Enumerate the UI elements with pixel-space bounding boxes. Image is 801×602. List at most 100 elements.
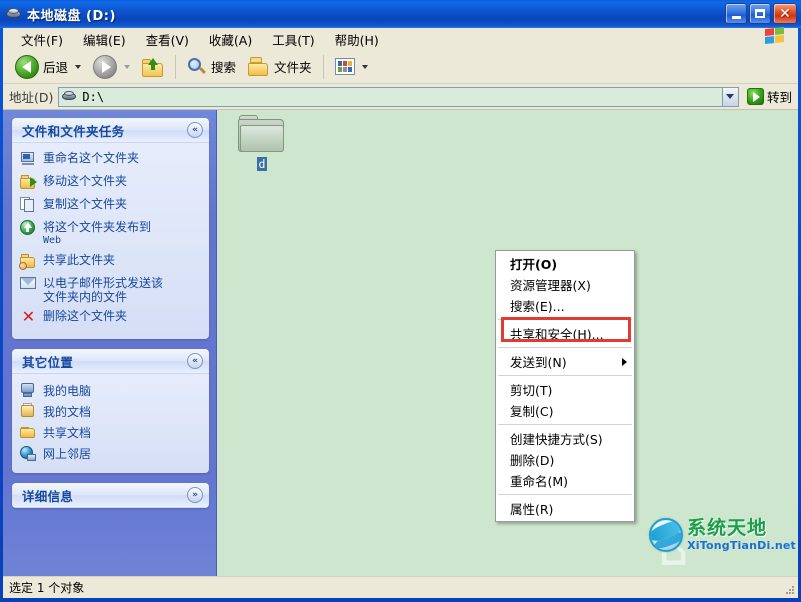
task-move-folder-label: 移动这个文件夹 [43,174,128,188]
share-folder-icon [19,252,37,270]
task-publish-web[interactable]: 将这个文件夹发布到 Web [20,219,205,248]
views-icon [334,58,355,75]
publish-web-icon [20,219,37,236]
toolbar: 后退 搜索 文件夹 [3,50,798,84]
go-arrow-icon [746,88,764,105]
collapse-chevron-up-icon[interactable]: « [187,122,203,138]
close-button[interactable]: ✕ [773,3,797,24]
status-text: 选定 1 个对象 [9,581,85,595]
maximize-icon [755,9,765,18]
ctx-properties[interactable]: 属性(R) [496,498,634,519]
address-dropdown-button[interactable] [721,86,739,107]
explorer-body: 文件和文件夹任务 « 重命名这个文件夹 移动这个文件夹 复制这个文件夹 将这个文… [3,110,798,576]
task-move-folder[interactable]: 移动这个文件夹 [20,173,205,192]
watermark: 系统天地 XiTongTianDi.net [649,518,796,552]
up-button[interactable] [136,52,170,82]
go-button[interactable]: 转到 [746,87,792,106]
panel-other-places-header[interactable]: 其它位置 « [12,349,209,374]
chevron-down-icon [726,94,735,99]
back-label: 后退 [43,60,69,75]
ctx-sharing-and-security[interactable]: 共享和安全(H)... [496,323,634,344]
ctx-rename[interactable]: 重命名(M) [496,470,634,491]
minimize-button[interactable] [725,3,747,24]
task-rename-folder-label: 重命名这个文件夹 [43,151,140,165]
place-network-places[interactable]: 网上邻居 [20,444,205,462]
forward-button[interactable] [87,52,136,82]
panel-other-places-body: 我的电脑 我的文档 共享文档 网上邻居 [12,374,209,473]
views-button[interactable] [329,52,374,82]
address-value: D:\ [82,89,105,104]
menu-edit[interactable]: 编辑(E) [73,28,136,51]
task-rename-folder[interactable]: 重命名这个文件夹 [20,150,205,169]
panel-details-header[interactable]: 详细信息 » [12,483,209,508]
panel-file-tasks-title: 文件和文件夹任务 [22,123,125,139]
delete-x-icon: ✕ [21,306,36,326]
panel-details: 详细信息 » [12,483,209,508]
toolbar-separator-1 [175,54,177,79]
panel-file-tasks-header[interactable]: 文件和文件夹任务 « [12,118,209,143]
menu-tools[interactable]: 工具(T) [262,28,324,51]
address-label: 地址(D) [9,90,54,105]
task-share-folder[interactable]: 共享此文件夹 [19,252,205,271]
my-documents-icon [20,403,36,419]
task-copy-folder-label: 复制这个文件夹 [43,197,128,211]
folder-item[interactable]: d [227,115,297,171]
collapse-chevron-up-icon[interactable]: « [187,353,203,369]
menu-help[interactable]: 帮助(H) [325,28,389,51]
back-dropdown-icon[interactable] [75,64,82,69]
ctx-send-to[interactable]: 发送到(N) [496,351,634,372]
search-label: 搜索 [211,60,237,75]
ctx-explore[interactable]: 资源管理器(X) [496,274,634,295]
task-email-files-sublabel: 文件夹内的文件 [43,290,128,304]
close-icon: ✕ [779,5,791,22]
menu-view[interactable]: 查看(V) [136,28,199,51]
panel-file-tasks-body: 重命名这个文件夹 移动这个文件夹 复制这个文件夹 将这个文件夹发布到 Web 共… [12,143,209,339]
window-controls: ✕ [725,3,797,24]
task-delete-folder-label: 删除这个文件夹 [43,309,128,323]
context-menu[interactable]: 打开(O) 资源管理器(X) 搜索(E)... 共享和安全(H)... 发送到(… [495,250,635,522]
windows-flag-icon [762,25,788,47]
ctx-create-shortcut[interactable]: 创建快捷方式(S) [496,428,634,449]
folders-button[interactable]: 文件夹 [242,52,318,82]
expand-chevron-down-icon[interactable]: » [187,487,203,503]
rename-icon [20,150,37,167]
address-input[interactable]: D:\ [58,86,722,107]
maximize-button[interactable] [749,3,771,24]
place-shared-documents[interactable]: 共享文档 [20,423,205,441]
search-button[interactable]: 搜索 [181,52,242,82]
file-list-area[interactable]: d 打开(O) 资源管理器(X) 搜索(E)... 共享和安全(H)... 发送… [217,110,798,576]
ctx-cut[interactable]: 剪切(T) [496,379,634,400]
folder-icon [238,115,286,155]
mail-icon [20,275,37,292]
task-copy-folder[interactable]: 复制这个文件夹 [20,196,205,215]
views-dropdown-icon[interactable] [361,64,368,69]
place-my-computer[interactable]: 我的电脑 [20,381,205,399]
folders-icon [248,57,270,76]
menu-favorites[interactable]: 收藏(A) [199,28,262,51]
go-label: 转到 [766,90,792,105]
menu-file[interactable]: 文件(F) [11,28,73,51]
toolbar-separator-2 [322,54,324,79]
forward-arrow-icon [93,54,118,79]
ctx-search[interactable]: 搜索(E)... [496,295,634,316]
back-button[interactable]: 后退 [9,52,87,82]
ctx-separator-1 [498,319,632,320]
hard-disk-icon [5,6,23,22]
ctx-open[interactable]: 打开(O) [496,253,634,274]
task-delete-folder[interactable]: ✕ 删除这个文件夹 [20,308,205,327]
ctx-delete[interactable]: 删除(D) [496,449,634,470]
title-bar[interactable]: 本地磁盘 (D:) ✕ [0,0,801,28]
watermark-text: 系统天地 XiTongTianDi.net [687,519,796,552]
forward-dropdown-icon[interactable] [124,64,131,69]
task-email-files[interactable]: 以电子邮件形式发送该 文件夹内的文件 [20,275,205,304]
status-bar: 选定 1 个对象 [3,576,798,598]
place-my-documents[interactable]: 我的文档 [20,402,205,420]
resize-grip-icon[interactable] [782,582,796,596]
up-folder-icon [142,57,164,77]
network-places-icon [20,445,36,461]
ctx-copy[interactable]: 复制(C) [496,400,634,421]
my-computer-icon [20,382,36,398]
ctx-send-to-label: 发送到(N) [510,355,567,370]
watermark-globe-icon [649,518,684,552]
back-arrow-icon [15,54,39,79]
